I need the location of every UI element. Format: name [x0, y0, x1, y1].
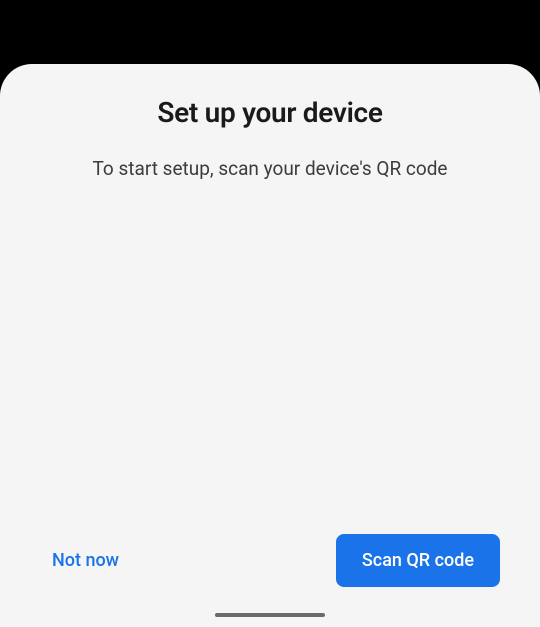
scan-qr-button[interactable]: Scan QR code	[336, 534, 500, 587]
setup-sheet: Set up your device To start setup, scan …	[0, 64, 540, 627]
not-now-button[interactable]: Not now	[44, 538, 127, 583]
page-title: Set up your device	[24, 96, 516, 129]
page-subtitle: To start setup, scan your device's QR co…	[24, 157, 516, 180]
action-row: Not now Scan QR code	[24, 526, 516, 599]
content-spacer	[24, 180, 516, 526]
navigation-bar-indicator[interactable]	[215, 613, 325, 617]
